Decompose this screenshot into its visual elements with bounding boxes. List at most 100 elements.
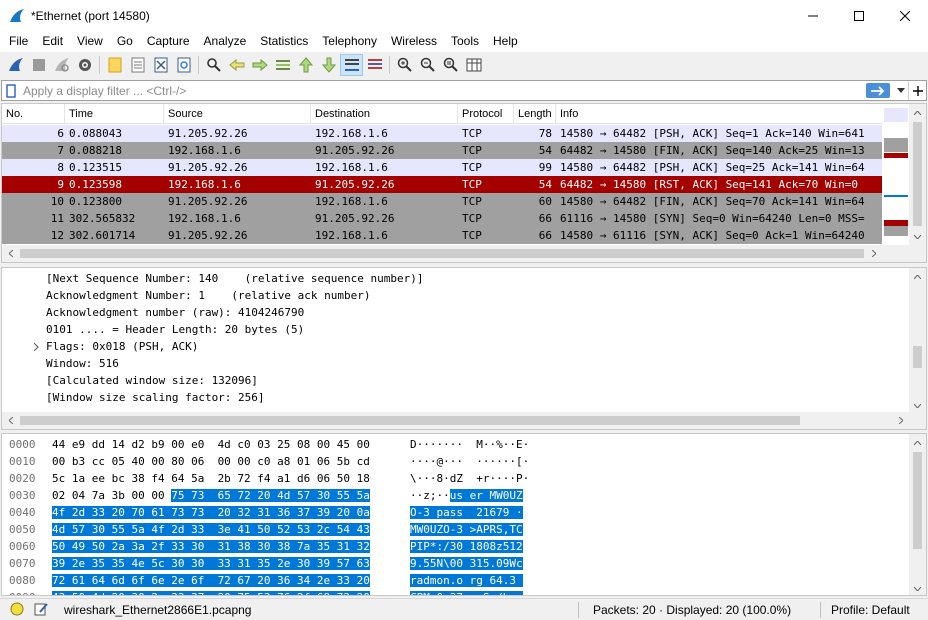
add-filter-button[interactable] <box>908 81 926 100</box>
packet-row[interactable]: 10 0.123800 91.205.92.26 192.168.1.6 TCP 60 14… <box>2 193 882 210</box>
menu-wireless[interactable]: Wireless <box>384 31 444 52</box>
menu-tools[interactable]: Tools <box>444 31 486 52</box>
packet-row[interactable]: 12 302.601714 91.205.92.26 192.168.1.6 TCP 66… <box>2 227 882 244</box>
scroll-left-button[interactable] <box>2 412 19 429</box>
column-header-destination[interactable]: Destination <box>311 104 458 124</box>
packet-list-scroll-thumb[interactable] <box>913 122 922 226</box>
colorize-button[interactable] <box>363 54 386 76</box>
hex-dump-row[interactable]: 0030 02 04 7a 3b 00 00 75 73 65 72 20 4d … <box>9 487 909 504</box>
detail-tree-item[interactable]: Window: 516 <box>46 355 119 372</box>
menu-file[interactable]: File <box>0 31 35 52</box>
go-forward-button[interactable] <box>248 54 271 76</box>
column-header-length[interactable]: Length <box>514 104 556 124</box>
hex-dump-row[interactable]: 0080 72 61 64 6d 6f 6e 2e 6f 72 67 20 36 … <box>9 572 909 589</box>
scroll-left-button[interactable] <box>2 245 19 262</box>
bytes-scroll-thumb[interactable] <box>913 452 922 549</box>
find-packet-button[interactable] <box>202 54 225 76</box>
detail-tree-item[interactable]: [Window size scaling factor: 256] <box>46 389 265 406</box>
menu-edit[interactable]: Edit <box>35 31 70 52</box>
details-vertical-scrollbar[interactable] <box>909 268 926 414</box>
go-last-packet-button[interactable] <box>317 54 340 76</box>
open-file-button[interactable] <box>103 54 126 76</box>
details-horizontal-scrollbar[interactable] <box>2 412 926 429</box>
apply-filter-button[interactable] <box>866 83 890 98</box>
scroll-right-button[interactable] <box>865 245 882 262</box>
hex-dump-row[interactable]: 0050 4d 57 30 55 5a 4f 2d 33 3e 41 50 52 … <box>9 521 909 538</box>
packet-row[interactable]: 11 302.565832 192.168.1.6 91.205.92.26 TCP 66… <box>2 210 882 227</box>
column-header-protocol[interactable]: Protocol <box>458 104 514 124</box>
close-file-button[interactable] <box>149 54 172 76</box>
scroll-up-button[interactable] <box>909 104 926 121</box>
expert-info-indicator[interactable] <box>10 602 24 619</box>
normal-size-button[interactable] <box>439 54 462 76</box>
packet-row[interactable]: 9 0.123598 192.168.1.6 91.205.92.26 TCP 54 644… <box>2 176 882 193</box>
column-header-source[interactable]: Source <box>164 104 311 124</box>
hex-dump-row[interactable]: 0060 50 49 50 2a 3a 2f 33 30 31 38 30 38 … <box>9 538 909 555</box>
arrow-down-icon <box>321 57 336 73</box>
go-first-packet-button[interactable] <box>294 54 317 76</box>
column-header-info[interactable]: Info <box>556 104 882 124</box>
go-back-button[interactable] <box>225 54 248 76</box>
menu-view[interactable]: View <box>70 31 110 52</box>
menu-go[interactable]: Go <box>110 31 140 52</box>
scroll-down-button[interactable] <box>909 228 926 245</box>
hex-dump-row[interactable]: 0070 39 2e 35 35 4e 5c 30 30 33 31 35 2e … <box>9 555 909 572</box>
detail-tree-item[interactable]: Flags: 0x018 (PSH, ACK) <box>46 338 198 355</box>
column-header-time[interactable]: Time <box>65 104 164 124</box>
packet-minimap[interactable] <box>882 104 909 245</box>
packet-cell-time: 302.601714 <box>69 229 136 242</box>
details-scroll-thumb[interactable] <box>913 346 922 368</box>
menu-analyze[interactable]: Analyze <box>197 31 254 52</box>
auto-scroll-button[interactable] <box>340 54 363 76</box>
menu-capture[interactable]: Capture <box>140 31 197 52</box>
hex-dump-row[interactable]: 0040 4f 2d 33 20 70 61 73 73 20 32 31 36 … <box>9 504 909 521</box>
capture-options-button[interactable] <box>73 54 96 76</box>
scroll-down-button[interactable] <box>909 580 926 595</box>
scroll-up-button[interactable] <box>909 434 926 451</box>
filter-history-dropdown[interactable] <box>894 81 908 100</box>
profile-indicator[interactable]: Profile: Default <box>831 603 910 617</box>
packet-list-hscroll-thumb[interactable] <box>20 249 864 258</box>
filter-bookmark-button[interactable] <box>2 81 20 100</box>
expand-chevron-icon[interactable] <box>30 338 42 355</box>
zoom-out-button[interactable] <box>416 54 439 76</box>
maximize-button[interactable] <box>836 0 882 31</box>
minimize-button[interactable] <box>790 0 836 31</box>
hex-dump-row[interactable]: 0090 43 50 4d 20 30 2e 33 37 20 75 53 76 … <box>9 589 909 595</box>
packet-row[interactable]: 6 0.088043 91.205.92.26 192.168.1.6 TCP 78 145… <box>2 125 882 142</box>
column-header-no[interactable]: No. <box>2 104 65 124</box>
packet-row[interactable]: 8 0.123515 91.205.92.26 192.168.1.6 TCP 99 145… <box>2 159 882 176</box>
menu-telephony[interactable]: Telephony <box>315 31 384 52</box>
detail-tree-item[interactable]: [Next Sequence Number: 140 (relative seq… <box>46 270 424 287</box>
packet-row[interactable]: 7 0.088218 192.168.1.6 91.205.92.26 TCP 54 644… <box>2 142 882 159</box>
zoom-in-button[interactable] <box>393 54 416 76</box>
detail-tree-item[interactable]: Acknowledgment number (raw): 4104246790 <box>46 304 304 321</box>
hex-dump-row[interactable]: 0000 44 e9 dd 14 d2 b9 00 e0 4d c0 03 25 … <box>9 436 909 453</box>
bytes-vertical-scrollbar[interactable] <box>909 434 926 595</box>
hex-dump-row[interactable]: 0010 00 b3 cc 05 40 00 80 06 00 00 c0 a8 … <box>9 453 909 470</box>
scroll-up-button[interactable] <box>909 268 926 285</box>
restart-capture-button[interactable] <box>50 54 73 76</box>
resize-columns-button[interactable] <box>462 54 485 76</box>
capture-comment-button[interactable] <box>34 602 48 619</box>
hex-dump-row[interactable]: 0020 5c 1a ee bc 38 f4 64 5a 2b 72 f4 a1 … <box>9 470 909 487</box>
details-hscroll-thumb[interactable] <box>20 416 800 425</box>
stop-capture-button[interactable] <box>27 54 50 76</box>
hex-bytes-selected: 72 61 64 6d 6f 6e 2e 6f 72 67 20 36 34 2… <box>52 574 370 587</box>
menu-statistics[interactable]: Statistics <box>253 31 315 52</box>
packet-cell-no: 11 <box>50 212 64 225</box>
close-button[interactable] <box>882 0 928 31</box>
packet-list-horizontal-scrollbar[interactable] <box>2 245 926 262</box>
detail-tree-item[interactable]: 0101 .... = Header Length: 20 bytes (5) <box>46 321 304 338</box>
detail-tree-item[interactable]: [Calculated window size: 132096] <box>46 372 258 389</box>
packet-list-vertical-scrollbar[interactable] <box>909 104 926 245</box>
detail-tree-item[interactable]: Acknowledgment Number: 1 (relative ack n… <box>46 287 371 304</box>
packet-cell-dst: 91.205.92.26 <box>315 144 395 157</box>
go-to-packet-button[interactable] <box>271 54 294 76</box>
scroll-right-button[interactable] <box>892 412 909 429</box>
start-capture-button[interactable] <box>4 54 27 76</box>
open-recent-button[interactable] <box>126 54 149 76</box>
reload-file-button[interactable] <box>172 54 195 76</box>
display-filter-input[interactable] <box>20 81 866 100</box>
menu-help[interactable]: Help <box>486 31 525 52</box>
